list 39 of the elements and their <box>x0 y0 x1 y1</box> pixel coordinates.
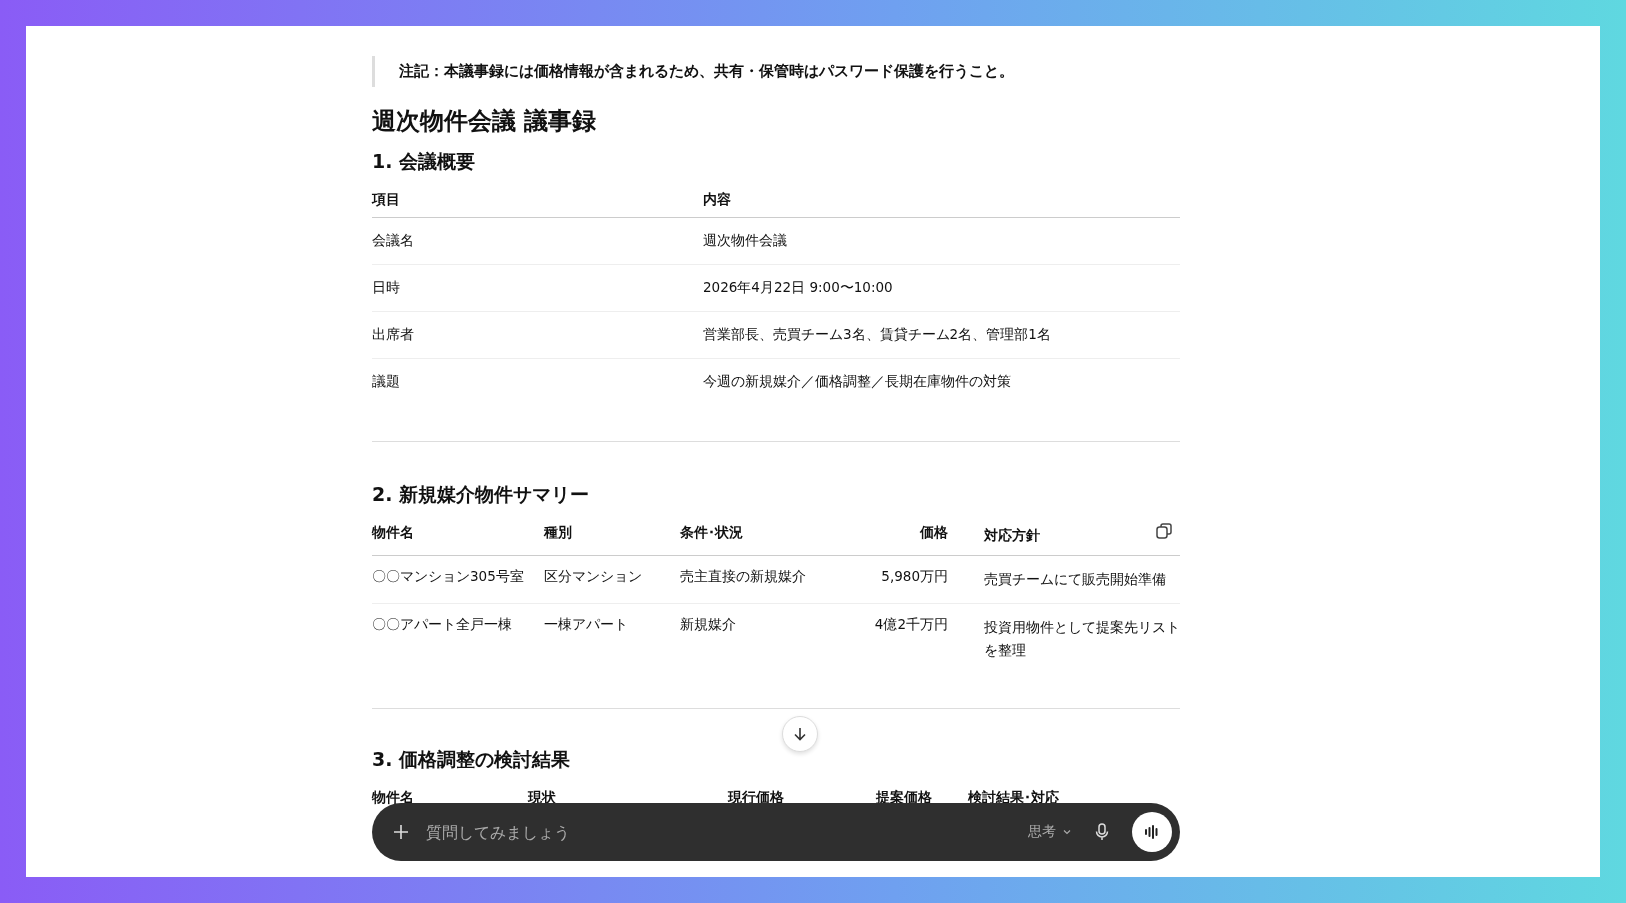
column-header: 項目 <box>372 191 401 209</box>
table-cell-text: 週次物件会議 <box>703 232 788 250</box>
table-cell-text: 一棟アパート <box>544 615 629 634</box>
table-cell-text: 〇〇マンション305号室 <box>372 567 525 586</box>
table-cell-text: 5,980万円 <box>880 567 948 586</box>
table-cell-text: 新規媒介 <box>680 615 737 634</box>
table-cell-text: 投資用物件として提案先リストを整理 <box>983 617 1180 660</box>
table-cell-text: 2026年4月22日 9:00〜10:00 <box>703 279 894 297</box>
column-header: 対応方針 <box>983 526 1041 545</box>
table-cell-text: 売主直接の新規媒介 <box>680 567 807 586</box>
table-cell-text: 議題 <box>372 373 401 391</box>
table-cell-text: 区分マンション <box>544 567 643 586</box>
chevron-down-icon <box>1062 827 1072 837</box>
column-header: 価格 <box>919 524 948 542</box>
arrow-down-icon <box>792 726 808 742</box>
table-cell-text: 〇〇アパート全戸一棟 <box>372 615 513 634</box>
section-heading: 3. 価格調整の検討結果 <box>372 746 572 772</box>
section-heading: 1. 会議概要 <box>372 149 477 174</box>
note-text: 注記：本議事録には価格情報が含まれるため、共有・保管時はパスワード保護を行うこと。 <box>399 62 1014 80</box>
plus-icon[interactable] <box>392 823 410 841</box>
document-title: 週次物件会議 議事録 <box>372 106 598 137</box>
voice-mode-button[interactable] <box>1132 812 1172 852</box>
table-cell-text: 日時 <box>372 279 401 297</box>
copy-icon[interactable] <box>1154 521 1174 541</box>
table-cell-text: 4億2千万円 <box>873 615 948 634</box>
table-cell-text: 売買チームにて販売開始準備 <box>983 569 1167 589</box>
section-heading: 2. 新規媒介物件サマリー <box>372 482 591 507</box>
column-header: 種別 <box>544 524 573 542</box>
table-cell-text: 今週の新規媒介／価格調整／長期在庫物件の対策 <box>703 373 1012 391</box>
column-header: 内容 <box>703 191 732 209</box>
table-cell-text: 会議名 <box>372 232 415 250</box>
scroll-down-button[interactable] <box>782 716 818 752</box>
message-field[interactable]: 質問してみましょう 思考 <box>372 803 1180 861</box>
column-header: 物件名 <box>372 524 415 542</box>
column-header: 条件･状況 <box>680 524 744 542</box>
table-cell-text: 営業部長、売買チーム3名、賃貸チーム2名、管理部1名 <box>703 326 1052 344</box>
table-cell-text: 出席者 <box>372 326 415 344</box>
mode-dropdown[interactable]: 思考 <box>1020 823 1080 841</box>
microphone-icon[interactable] <box>1094 822 1110 842</box>
